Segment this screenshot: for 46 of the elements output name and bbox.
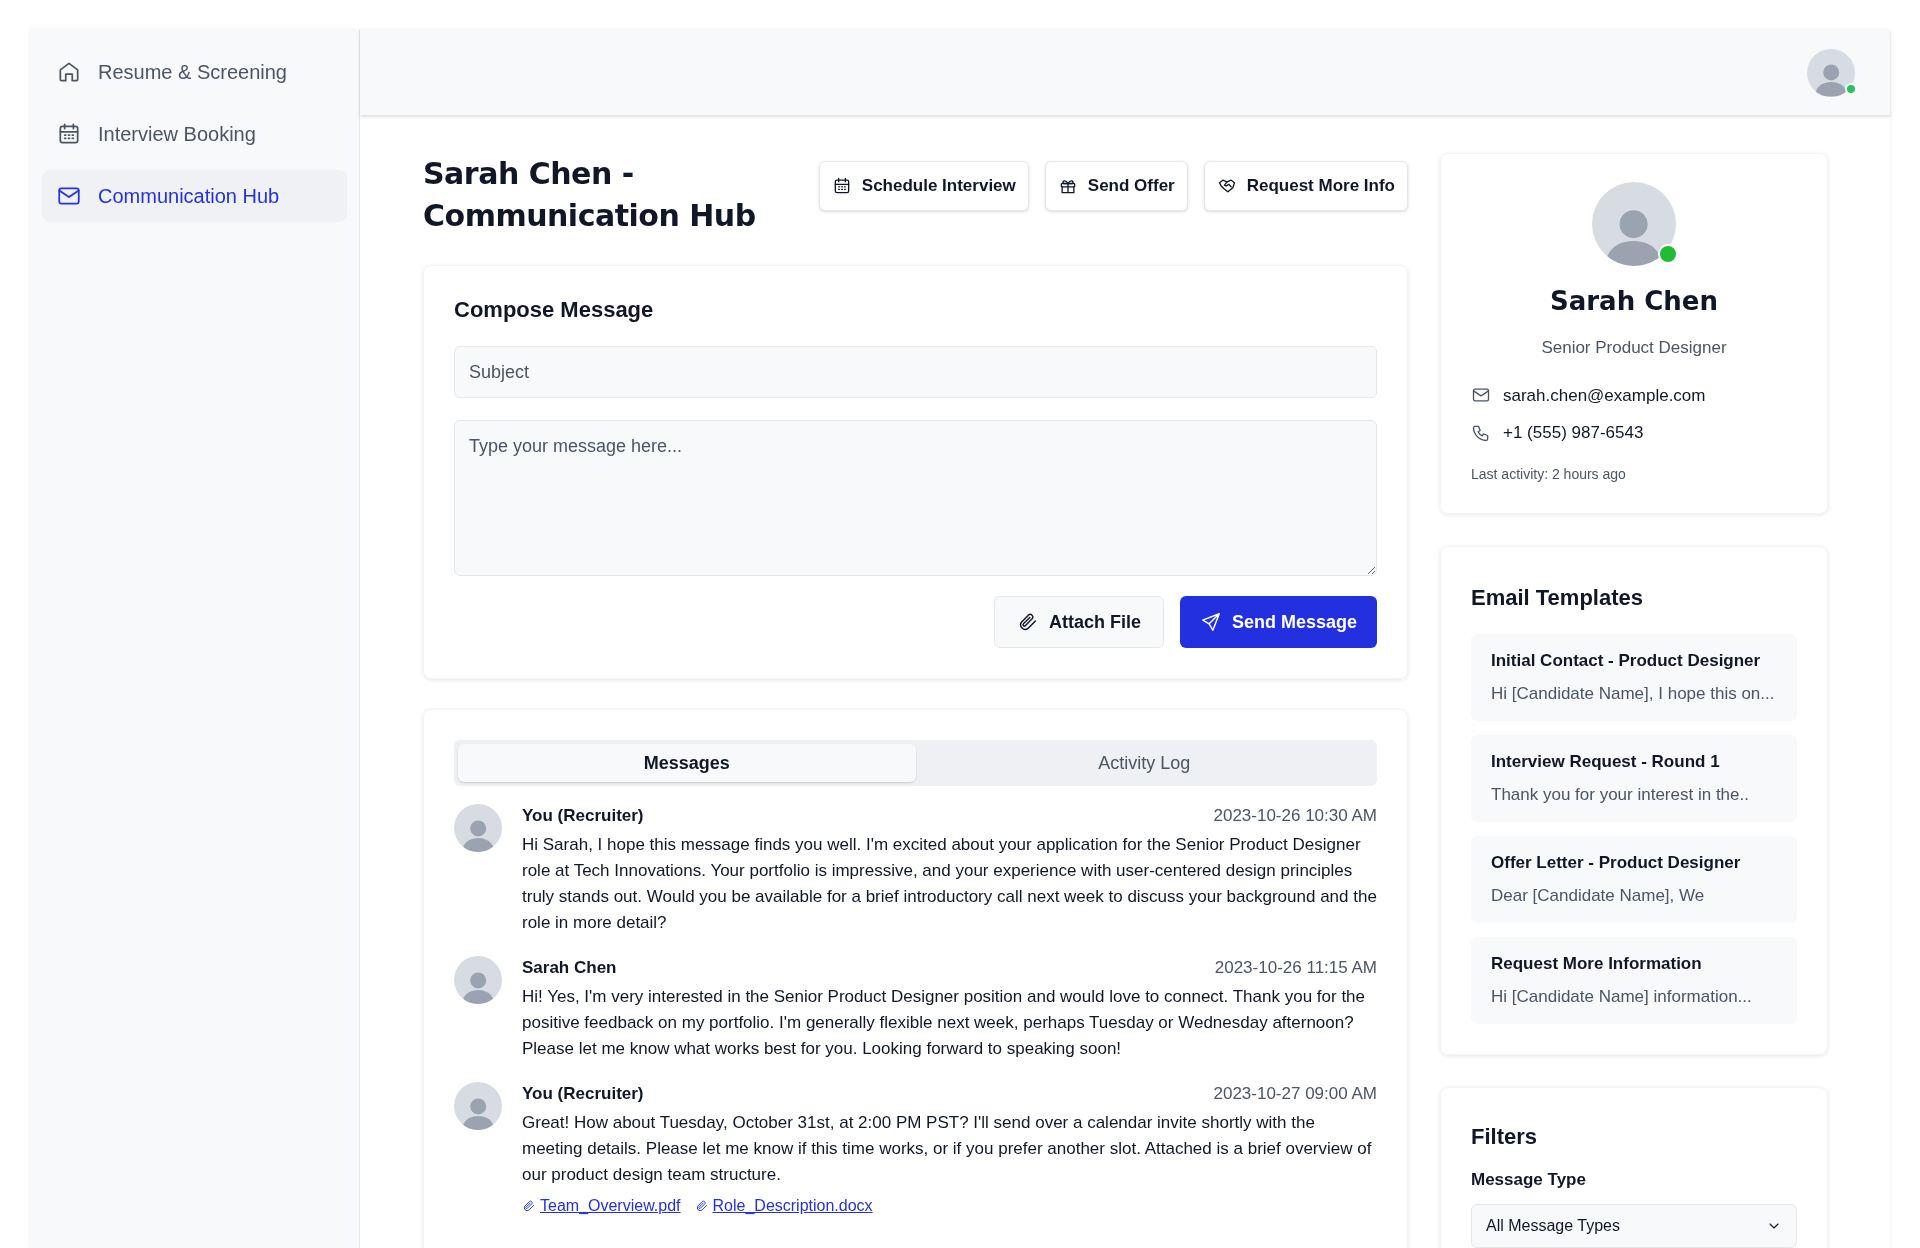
message-time: 2023-10-26 10:30 AM [1213,805,1377,828]
tab[interactable]: Messages [458,744,916,782]
message-time: 2023-10-26 11:15 AM [1214,957,1377,980]
sender-name: You (Recruiter) [522,805,644,828]
candidate-name: Sarah Chen [1549,285,1719,318]
avatar [454,804,502,852]
last-activity: Last activity: 2 hours ago [1471,464,1627,484]
phone-text: +1 (555) 987-6543 [1503,422,1644,444]
section-title: Email Templates [1471,583,1644,612]
email-text: sarah.chen@example.com [1503,384,1706,407]
message-text: Hi! Yes, I'm very interested in the Senior Product Designer position and would love to connect. Thank you for the positive feedback on my portfolio. I'm generally flexible next week, perhaps Tuesday or Wednesday afternoon? Please let me know what works best for you. Looking forward to speaking soon! [522,986,1367,1060]
section-title: Compose Message [454,296,655,324]
page-title: Sarah Chen - Communication Hub [423,155,757,235]
sender-name: Sarah Chen [522,957,617,980]
field-label: Message Type [1471,1168,1587,1191]
candidate-role: Senior Product Designer [1540,337,1728,359]
template-item[interactable]: Request More Information Hi [Candidate Name] information... [1471,936,1797,1024]
sidebar-item[interactable]: Communication Hub [42,170,347,222]
action-button[interactable]: Schedule Interview [818,161,1029,211]
paperclip-icon [522,1199,536,1213]
section-title: Filters [1471,1122,1539,1151]
sidebar-item[interactable]: Resume & Screening [42,46,347,98]
avatar [1807,48,1855,97]
paper-plane-icon [1199,611,1222,633]
template-item[interactable]: Interview Request - Round 1 Thank you for your interest in the.. [1471,734,1797,822]
message-time: 2023-10-27 09:00 AM [1213,1083,1377,1106]
subject-field[interactable]: Subject [454,346,1377,398]
avatar [454,1082,502,1130]
message-type-select[interactable]: All Message Types [1471,1204,1797,1248]
sidebar-item[interactable]: Interview Booking [42,108,347,160]
paperclip-icon [694,1199,709,1213]
attachment-link[interactable]: Team_Overview.pdf [522,1194,681,1218]
calendar-icon [56,121,82,147]
attachment-link[interactable]: Role_Description.docx [694,1194,873,1218]
template-item[interactable]: Initial Contact - Product Designer Hi [Candidate Name], I hope this on... [1471,633,1797,721]
attach-file-button[interactable]: Attach File [993,596,1164,648]
message-text: Hi Sarah, I hope this message finds you well. I'm excited about your application for the Senior Product Designer role at Tech Innovations. Your portfolio is impressive, and your experience with user-centered design principles truly stands out. Would you be available for a brief introductory call next week to discuss your background and the role in more detail? [522,834,1377,934]
sender-name: You (Recruiter) [522,1083,644,1106]
action-button[interactable]: Send Offer [1044,161,1188,211]
message-text: Great! How about Tuesday, October 31st, at 2:00 PM PST? I'll send over a calendar invite shortly with the meeting details. Please let me know if this time works, or if you prefer another slot. Attached is a brief overview of our product design team structure. [522,1112,1373,1186]
action-button[interactable]: Request More Info [1203,161,1408,211]
message-field[interactable]: Type your message here... [454,420,1377,576]
template-item[interactable]: Offer Letter - Product Designer Dear [Candidate Name], We [1471,835,1797,923]
avatar [454,956,502,1004]
tab[interactable]: Activity Log [915,744,1373,782]
send-message-button[interactable]: Send Message [1179,596,1377,648]
